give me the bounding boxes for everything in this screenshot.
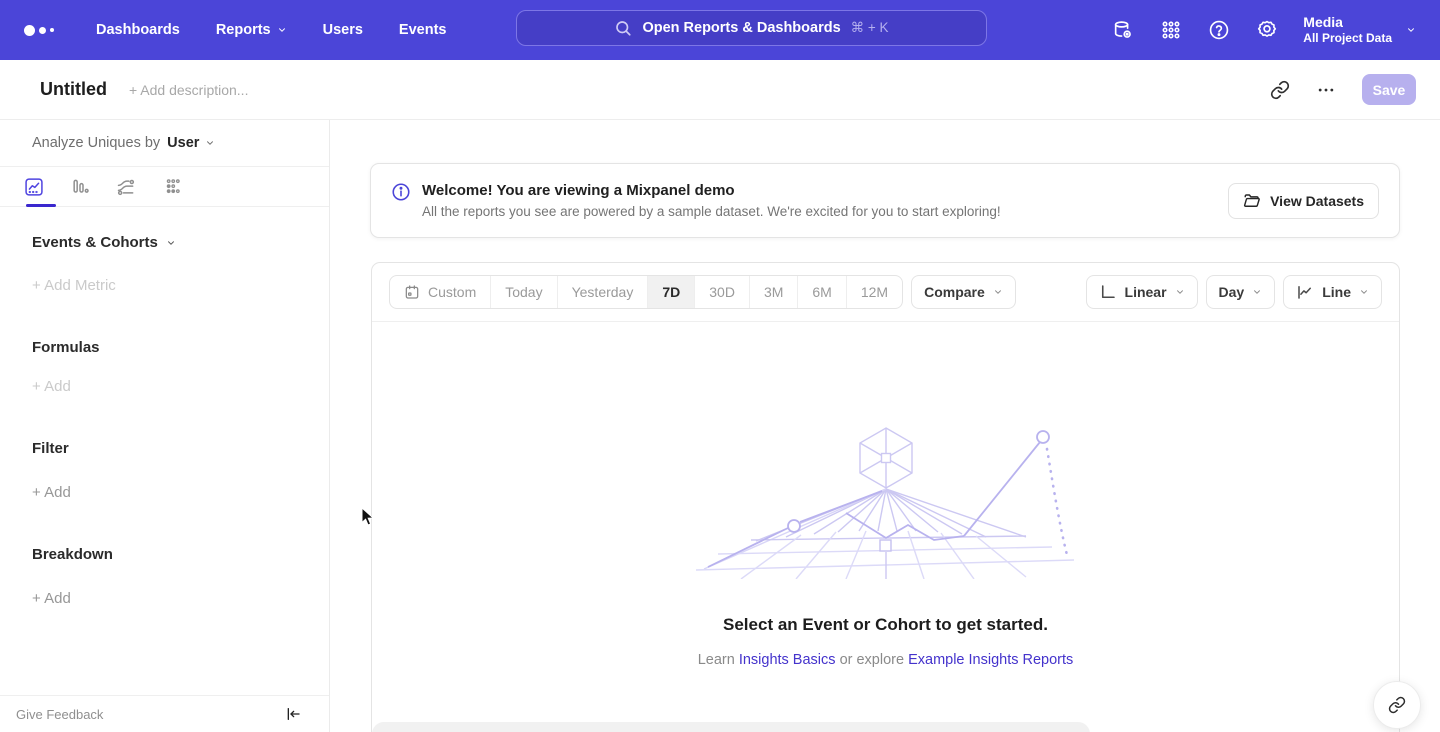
- add-breakdown-button[interactable]: + Add: [32, 590, 329, 607]
- nav-dashboards-label: Dashboards: [96, 22, 180, 38]
- nav-users-label: Users: [323, 22, 363, 38]
- project-scope: All Project Data: [1303, 31, 1392, 46]
- chevron-down-icon: [205, 138, 215, 148]
- empty-state-subtitle: Learn Insights Basics or explore Example…: [372, 652, 1399, 668]
- project-name: Media: [1303, 14, 1392, 31]
- chart-type-tabs: [0, 167, 329, 207]
- add-filter-button[interactable]: + Add: [32, 484, 329, 501]
- copy-link-icon[interactable]: [1270, 80, 1290, 100]
- chevron-down-icon: [1252, 287, 1262, 297]
- search-placeholder: Open Reports & Dashboards: [642, 20, 840, 36]
- bottom-panel-edge: [372, 722, 1090, 732]
- events-cohorts-label: Events & Cohorts: [32, 234, 158, 251]
- compare-button[interactable]: Compare: [911, 275, 1016, 309]
- save-button[interactable]: Save: [1362, 74, 1416, 105]
- folder-icon: [1243, 192, 1261, 210]
- give-feedback-link[interactable]: Give Feedback: [16, 707, 103, 722]
- empty-state-title: Select an Event or Cohort to get started…: [372, 615, 1399, 635]
- range-custom-label: Custom: [428, 284, 476, 300]
- data-management-icon[interactable]: [1111, 18, 1135, 42]
- linear-axis-icon: [1099, 283, 1117, 301]
- report-title[interactable]: Untitled: [40, 79, 107, 100]
- insights-basics-link[interactable]: Insights Basics: [739, 652, 836, 668]
- events-cohorts-section[interactable]: Events & Cohorts: [32, 234, 329, 251]
- range-6m[interactable]: 6M: [797, 276, 845, 308]
- top-nav: Dashboards Reports Users Events Open Rep…: [0, 0, 1440, 60]
- formulas-section-title: Formulas: [32, 339, 329, 356]
- analyze-by-dropdown[interactable]: User: [167, 135, 215, 151]
- nav-events-label: Events: [399, 22, 447, 38]
- breakdown-section-title: Breakdown: [32, 546, 329, 563]
- scale-linear-button[interactable]: Linear: [1086, 275, 1198, 309]
- selected-tab-indicator: [26, 204, 56, 207]
- range-3m[interactable]: 3M: [749, 276, 797, 308]
- tab-bar-chart[interactable]: [70, 177, 90, 197]
- add-metric-button[interactable]: + Add Metric: [32, 277, 329, 294]
- line-chart-icon: [1296, 283, 1314, 301]
- help-icon[interactable]: [1207, 18, 1231, 42]
- add-formula-button[interactable]: + Add: [32, 378, 329, 395]
- tab-flows[interactable]: [116, 177, 136, 197]
- chart-type-line-button[interactable]: Line: [1283, 275, 1382, 309]
- global-search-input[interactable]: Open Reports & Dashboards ⌘ + K: [516, 10, 987, 46]
- view-datasets-label: View Datasets: [1270, 193, 1364, 209]
- view-datasets-button[interactable]: View Datasets: [1228, 183, 1379, 219]
- chevron-down-icon: [1406, 25, 1416, 35]
- tab-retention-grid[interactable]: [162, 177, 182, 197]
- collapse-sidebar-icon[interactable]: [285, 706, 301, 722]
- chevron-down-icon: [1175, 287, 1185, 297]
- report-card: Custom Today Yesterday 7D 30D 3M 6M 12M …: [371, 262, 1400, 732]
- analyze-row: Analyze Uniques by User: [0, 120, 329, 167]
- info-icon: [391, 182, 411, 202]
- date-range-segmented-control: Custom Today Yesterday 7D 30D 3M 6M 12M: [389, 275, 903, 309]
- report-toolbar: Custom Today Yesterday 7D 30D 3M 6M 12M …: [372, 263, 1399, 322]
- range-custom[interactable]: Custom: [390, 276, 490, 308]
- report-header: Untitled + Add description... Save: [0, 60, 1440, 120]
- range-7d-selected[interactable]: 7D: [647, 276, 694, 308]
- tab-insights-line[interactable]: [24, 177, 44, 197]
- link-icon: [1388, 696, 1406, 714]
- nav-reports-label: Reports: [216, 22, 271, 38]
- calendar-icon: [404, 284, 420, 300]
- chevron-down-icon: [993, 287, 1003, 297]
- interval-day-button[interactable]: Day: [1206, 275, 1276, 309]
- chevron-down-icon: [1359, 287, 1369, 297]
- chevron-down-icon: [277, 25, 287, 35]
- range-today[interactable]: Today: [490, 276, 556, 308]
- banner-title: Welcome! You are viewing a Mixpanel demo: [422, 182, 1001, 199]
- range-yesterday[interactable]: Yesterday: [557, 276, 648, 308]
- project-switcher[interactable]: Media All Project Data: [1303, 14, 1416, 46]
- nav-users[interactable]: Users: [323, 22, 363, 38]
- chevron-down-icon: [166, 238, 176, 248]
- demo-welcome-banner: Welcome! You are viewing a Mixpanel demo…: [370, 163, 1400, 238]
- filter-section-title: Filter: [32, 440, 329, 457]
- search-icon: [614, 19, 632, 37]
- mixpanel-insights-app: Dashboards Reports Users Events Open Rep…: [0, 0, 1440, 732]
- more-options-icon[interactable]: [1316, 80, 1336, 100]
- nav-reports[interactable]: Reports: [216, 22, 287, 38]
- search-shortcut-hint: ⌘ + K: [851, 20, 889, 36]
- example-insights-reports-link[interactable]: Example Insights Reports: [908, 652, 1073, 668]
- empty-state-illustration: [696, 419, 1076, 579]
- sidebar-footer: Give Feedback: [0, 695, 329, 732]
- settings-gear-icon[interactable]: [1255, 18, 1279, 42]
- nav-dashboards[interactable]: Dashboards: [96, 22, 180, 38]
- empty-state: Select an Event or Cohort to get started…: [372, 323, 1399, 668]
- range-12m[interactable]: 12M: [846, 276, 902, 308]
- nav-events[interactable]: Events: [399, 22, 447, 38]
- query-builder-sidebar: Analyze Uniques by User Events & C: [0, 120, 330, 732]
- share-link-fab[interactable]: [1373, 681, 1421, 729]
- banner-subtitle: All the reports you see are powered by a…: [422, 204, 1001, 219]
- range-30d[interactable]: 30D: [694, 276, 749, 308]
- apps-grid-icon[interactable]: [1159, 18, 1183, 42]
- analyze-by-value: User: [167, 135, 199, 151]
- add-description-field[interactable]: + Add description...: [129, 82, 248, 98]
- mixpanel-logo-icon[interactable]: [24, 25, 64, 36]
- analyze-label: Analyze Uniques by: [32, 135, 160, 151]
